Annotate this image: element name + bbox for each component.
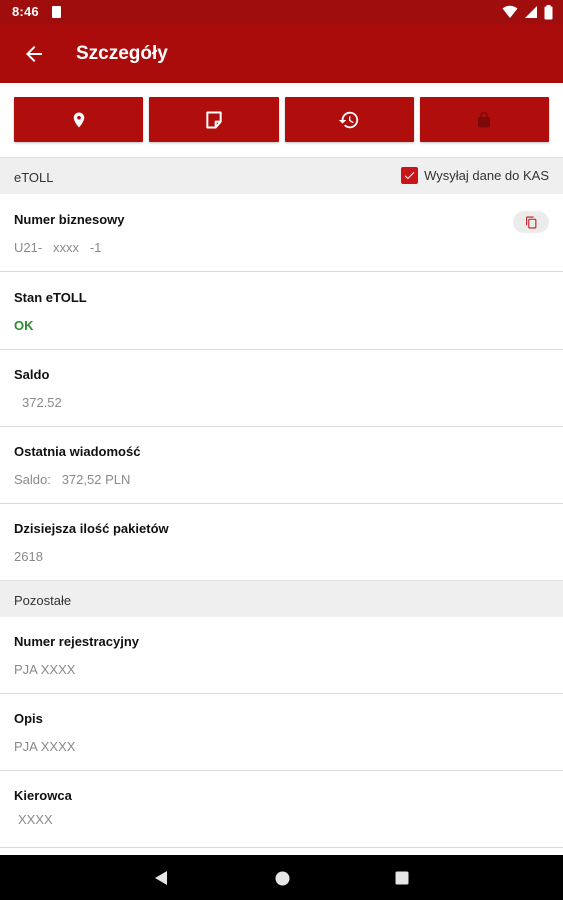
back-arrow-icon[interactable]: [22, 42, 46, 66]
description-value: PJA XXXX: [14, 739, 76, 754]
nav-home-button[interactable]: [272, 868, 292, 888]
page-title: Szczegóły: [76, 43, 168, 64]
lock-icon: [478, 111, 491, 127]
last-message-label: Ostatnia wiadomość: [14, 444, 141, 459]
copy-button[interactable]: [513, 211, 549, 233]
etoll-section-title: eTOLL: [14, 170, 54, 185]
history-icon: [339, 111, 359, 128]
system-nav-bar: [0, 855, 563, 900]
business-number-value: U21- xxxx -1: [14, 240, 102, 255]
triangle-back-icon: [155, 871, 167, 885]
registration-value: PJA XXXX: [14, 662, 76, 677]
etoll-state-label: Stan eTOLL: [14, 290, 87, 305]
last-message-value: Saldo: 372,52 PLN: [14, 472, 131, 487]
status-time: 8:46: [12, 4, 39, 19]
circle-home-icon: [275, 871, 289, 885]
checkbox-checked-icon[interactable]: [401, 167, 419, 184]
sim-card-icon: [52, 6, 61, 18]
copy-icon: [525, 216, 536, 228]
action-button-row: [14, 97, 549, 142]
etoll-section-header: eTOLL Wysyłaj dane do KAS: [0, 157, 563, 194]
app-bar: Szczegóły: [0, 24, 563, 83]
other-section-title: Pozostałe: [14, 593, 72, 608]
nav-recents-button[interactable]: [392, 868, 412, 888]
packets-today-value: 2618: [14, 549, 43, 564]
signal-icon: [525, 6, 537, 18]
driver-label: Kierowca: [14, 788, 72, 803]
driver-row: Kierowca XXXX: [0, 771, 563, 848]
etoll-state-row: Stan eTOLL OK: [0, 272, 563, 350]
registration-label: Numer rejestracyjny: [14, 634, 140, 649]
description-label: Opis: [14, 711, 43, 726]
note-button[interactable]: [149, 97, 279, 142]
status-bar: 8:46: [0, 0, 563, 24]
business-number-label: Numer biznesowy: [14, 212, 125, 227]
nav-back-button[interactable]: [151, 868, 171, 888]
send-to-kas-label: Wysyłaj dane do KAS: [424, 168, 549, 183]
balance-label: Saldo: [14, 367, 50, 382]
location-pin-icon: [73, 112, 84, 127]
description-row: Opis PJA XXXX: [0, 694, 563, 771]
driver-value: XXXX: [18, 812, 53, 827]
battery-icon: [544, 4, 553, 19]
etoll-state-value: OK: [14, 318, 34, 333]
send-to-kas-checkbox[interactable]: Wysyłaj dane do KAS: [401, 167, 549, 184]
lock-button[interactable]: [419, 97, 549, 142]
last-message-row: Ostatnia wiadomość Saldo: 372,52 PLN: [0, 427, 563, 504]
location-button[interactable]: [14, 97, 144, 142]
business-number-row: Numer biznesowy U21- xxxx -1: [0, 194, 563, 272]
history-button[interactable]: [284, 97, 414, 142]
packets-today-label: Dzisiejsza ilość pakietów: [14, 521, 169, 536]
registration-row: Numer rejestracyjny PJA XXXX: [0, 617, 563, 694]
other-section-header: Pozostałe: [0, 580, 563, 617]
note-icon: [206, 111, 222, 128]
wifi-icon: [502, 5, 518, 18]
status-icons: [502, 4, 553, 20]
packets-today-row: Dzisiejsza ilość pakietów 2618: [0, 504, 563, 581]
square-recents-icon: [395, 871, 409, 885]
balance-row: Saldo 372.52: [0, 350, 563, 427]
balance-value: 372.52: [22, 395, 62, 410]
